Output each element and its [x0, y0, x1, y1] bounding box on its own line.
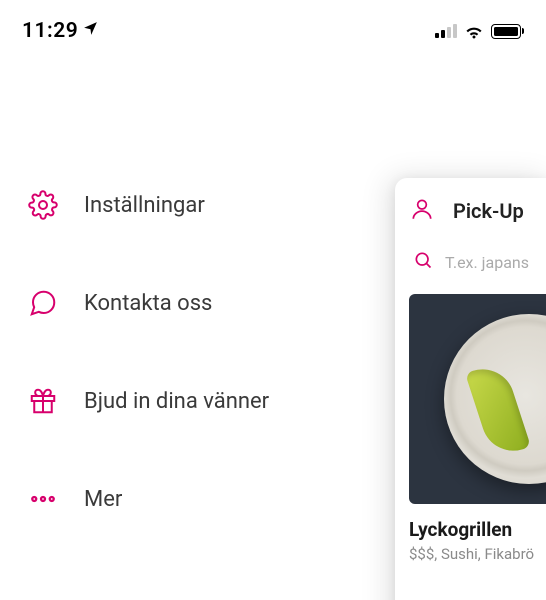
menu-item-contact[interactable]: Kontakta oss [0, 272, 380, 334]
status-bar: 11:29 [0, 0, 546, 48]
status-time: 11:29 [22, 19, 99, 43]
location-icon [82, 20, 99, 42]
menu-label: Mer [84, 487, 122, 512]
menu-label: Kontakta oss [84, 291, 212, 316]
search-icon [413, 250, 433, 274]
card-title: Pick-Up [453, 199, 524, 223]
gift-icon [28, 386, 58, 416]
wifi-icon [463, 23, 485, 39]
side-menu: Inställningar Kontakta oss Bjud in d [0, 174, 380, 530]
status-indicators [435, 23, 525, 39]
search-bar[interactable]: T.ex. japans [409, 250, 546, 274]
chat-icon [28, 288, 58, 318]
more-icon [28, 484, 58, 514]
battery-icon [491, 24, 525, 39]
menu-item-more[interactable]: Mer [0, 468, 380, 530]
restaurant-name: Lyckogrillen [409, 518, 546, 541]
restaurant-image[interactable] [409, 294, 546, 504]
profile-icon[interactable] [409, 196, 435, 226]
gear-icon [28, 190, 58, 220]
menu-label: Bjud in dina vänner [84, 389, 269, 414]
cellular-icon [435, 24, 457, 38]
menu-label: Inställningar [84, 193, 205, 218]
search-placeholder: T.ex. japans [445, 253, 529, 272]
restaurant-meta: $$$, Sushi, Fikabrö [409, 545, 546, 563]
main-card[interactable]: Pick-Up T.ex. japans Lyckogrillen $$$, S… [395, 178, 546, 600]
card-header: Pick-Up [409, 196, 546, 226]
status-time-text: 11:29 [22, 19, 78, 43]
menu-item-invite[interactable]: Bjud in dina vänner [0, 370, 380, 432]
menu-item-settings[interactable]: Inställningar [0, 174, 380, 236]
